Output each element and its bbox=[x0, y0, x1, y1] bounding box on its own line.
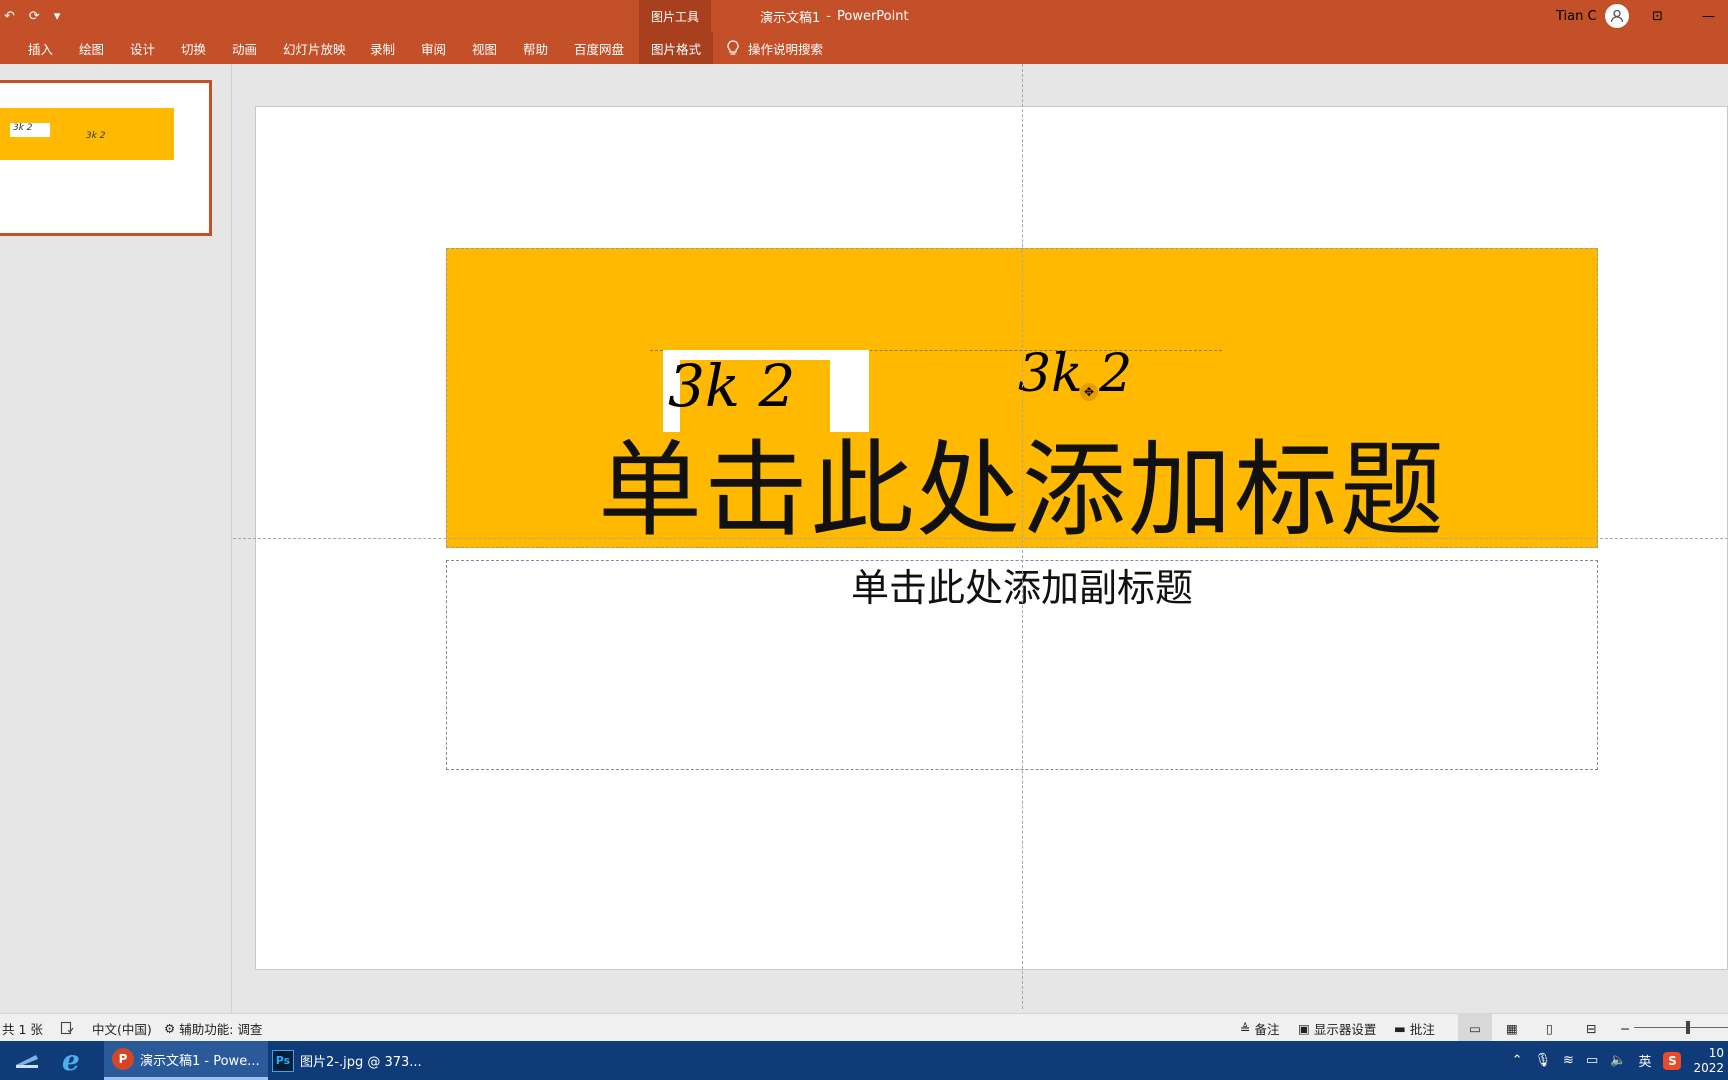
person-icon bbox=[1610, 9, 1623, 23]
reading-view-button[interactable]: ▯ bbox=[1546, 1014, 1553, 1042]
normal-view-icon: ▭ bbox=[1469, 1020, 1481, 1036]
lightbulb-icon bbox=[727, 40, 739, 55]
wifi-icon[interactable]: ≋ bbox=[1563, 1053, 1574, 1068]
display-settings-button[interactable]: ▣ 显示器设置 bbox=[1298, 1014, 1376, 1042]
slide-thumbnail-1[interactable]: 3k 2 3k 2 bbox=[0, 80, 212, 236]
clock-time: 10 bbox=[1708, 1045, 1724, 1060]
battery-icon[interactable]: ▭ bbox=[1586, 1053, 1598, 1068]
tab-transitions[interactable]: 切换 bbox=[181, 32, 206, 64]
comments-label: 批注 bbox=[1409, 1021, 1435, 1037]
slideshow-icon: ⊟ bbox=[1586, 1020, 1597, 1036]
slide-thumbnail-pane: 3k 2 3k 2 bbox=[0, 64, 232, 1013]
ribbon-display-options-button[interactable]: ⊡ bbox=[1652, 0, 1663, 32]
chevron-up-icon[interactable]: ⌃ bbox=[1512, 1053, 1523, 1068]
app-name: PowerPoint bbox=[836, 8, 909, 24]
ime-indicator[interactable]: 英 bbox=[1638, 1051, 1651, 1070]
vertical-guide[interactable] bbox=[1022, 64, 1023, 1009]
tab-animations[interactable]: 动画 bbox=[232, 32, 257, 64]
undo-icon[interactable]: ↶ bbox=[4, 9, 15, 24]
start-from-beginning-icon[interactable]: ⟳ bbox=[29, 9, 40, 24]
horizontal-guide[interactable] bbox=[233, 538, 1728, 539]
signature-b[interactable]: 3k 2 bbox=[1018, 344, 1132, 404]
spelling-icon[interactable] bbox=[60, 1014, 74, 1042]
taskbar-app-powerpoint[interactable]: P 演示文稿1 - Powe... bbox=[104, 1041, 268, 1080]
display-settings-label: 显示器设置 bbox=[1313, 1021, 1377, 1037]
ribbon-display-icon: ⊡ bbox=[1652, 8, 1663, 24]
microphone-icon[interactable]: 🎙 bbox=[1535, 1053, 1552, 1068]
tab-help[interactable]: 帮助 bbox=[523, 32, 548, 64]
slideshow-button[interactable]: ⊟ bbox=[1586, 1014, 1596, 1042]
user-name[interactable]: Tian C bbox=[1556, 9, 1597, 24]
quick-access-toolbar: ↶ ⟳ ▾ bbox=[0, 0, 60, 32]
slide-count: 共 1 张 bbox=[2, 1021, 43, 1037]
accessibility-icon: ⚙ bbox=[164, 1020, 176, 1036]
tab-draw[interactable]: 绘图 bbox=[79, 32, 104, 64]
ribbon-tab-bar bbox=[0, 32, 1728, 64]
status-bar: 共 1 张 中文(中国) ⚙ 辅助功能: 调查 ≜ 备注 ▣ 显示器设置 ▬ 批… bbox=[0, 1013, 1728, 1042]
language-indicator[interactable]: 中文(中国) bbox=[92, 1014, 152, 1042]
powerpoint-taskbar-label: 演示文稿1 - Powe... bbox=[140, 1053, 260, 1069]
zoom-track bbox=[1634, 1027, 1728, 1028]
volume-icon[interactable]: 🔈 bbox=[1610, 1053, 1626, 1068]
comments-button[interactable]: ▬ 批注 bbox=[1394, 1014, 1435, 1042]
tab-insert[interactable]: 插入 bbox=[28, 32, 53, 64]
slide-sorter-button[interactable]: ▦ bbox=[1506, 1014, 1518, 1042]
tab-design[interactable]: 设计 bbox=[130, 32, 155, 64]
tab-record[interactable]: 录制 bbox=[370, 32, 395, 64]
comment-icon: ▬ bbox=[1394, 1020, 1406, 1036]
notes-icon: ≜ bbox=[1240, 1020, 1251, 1036]
system-tray: ⌃ 🎙 ≋ ▭ 🔈 英 S 10 2022 bbox=[1512, 1041, 1728, 1080]
tab-view[interactable]: 视图 bbox=[472, 32, 497, 64]
sogou-icon[interactable]: S bbox=[1663, 1051, 1682, 1070]
tab-slideshow[interactable]: 幻灯片放映 bbox=[283, 32, 346, 64]
context-group-label: 图片工具 bbox=[650, 9, 699, 24]
tell-me-label[interactable]: 操作说明搜索 bbox=[748, 39, 823, 58]
notes-button[interactable]: ≜ 备注 bbox=[1240, 1014, 1280, 1042]
normal-view-button[interactable]: ▭ bbox=[1458, 1014, 1492, 1042]
taskbar-app-photoshop[interactable]: Ps 图片2-.jpg @ 373... bbox=[264, 1041, 430, 1080]
taskbar-app-scanner[interactable] bbox=[14, 1041, 40, 1080]
slide-sorter-icon: ▦ bbox=[1506, 1020, 1518, 1036]
monitor-icon: ▣ bbox=[1298, 1020, 1310, 1036]
avatar[interactable] bbox=[1604, 4, 1629, 28]
powerpoint-icon: P bbox=[112, 1048, 134, 1070]
notes-label: 备注 bbox=[1254, 1021, 1280, 1037]
move-cursor-icon: ✥ bbox=[1080, 383, 1098, 401]
clock-date: 2022 bbox=[1693, 1060, 1724, 1075]
thumbnail-signature-b: 3k 2 bbox=[86, 131, 106, 141]
book-check-icon bbox=[60, 1021, 74, 1035]
internet-explorer-icon: e bbox=[62, 1044, 80, 1077]
account-area[interactable]: Tian C bbox=[1556, 0, 1629, 32]
thumbnail-signature-a: 3k 2 bbox=[13, 123, 33, 133]
minimize-icon: — bbox=[1702, 8, 1715, 24]
tab-review[interactable]: 审阅 bbox=[421, 32, 446, 64]
accessibility-checker[interactable]: ⚙ 辅助功能: 调查 bbox=[164, 1014, 262, 1042]
zoom-out-icon: − bbox=[1620, 1020, 1631, 1036]
tell-me-search[interactable]: 操作说明搜索 bbox=[726, 32, 823, 64]
doc-name: 演示文稿1 bbox=[760, 10, 821, 26]
zoom-out-button[interactable]: − bbox=[1620, 1014, 1630, 1042]
clock[interactable]: 10 2022 bbox=[1693, 1046, 1724, 1076]
accessibility-label: 辅助功能: 调查 bbox=[179, 1021, 263, 1037]
taskbar-app-ie[interactable]: e bbox=[62, 1041, 80, 1080]
tab-baidu-netdisk[interactable]: 百度网盘 bbox=[574, 32, 624, 64]
minimize-button[interactable]: — bbox=[1702, 0, 1715, 32]
taskbar: e P 演示文稿1 - Powe... Ps 图片2-.jpg @ 373...… bbox=[0, 1041, 1728, 1080]
photoshop-icon: Ps bbox=[272, 1049, 294, 1072]
zoom-slider[interactable] bbox=[1634, 1014, 1728, 1042]
zoom-thumb[interactable] bbox=[1686, 1021, 1690, 1034]
document-title: 演示文稿1 - PowerPoint bbox=[760, 0, 909, 32]
scanner-icon bbox=[14, 1049, 40, 1073]
tab-picture-format[interactable]: 图片格式 bbox=[639, 32, 714, 64]
reading-view-icon: ▯ bbox=[1546, 1020, 1553, 1036]
customize-qat-icon[interactable]: ▾ bbox=[54, 9, 61, 24]
photoshop-taskbar-label: 图片2-.jpg @ 373... bbox=[300, 1055, 422, 1070]
title-separator: - bbox=[826, 8, 831, 24]
